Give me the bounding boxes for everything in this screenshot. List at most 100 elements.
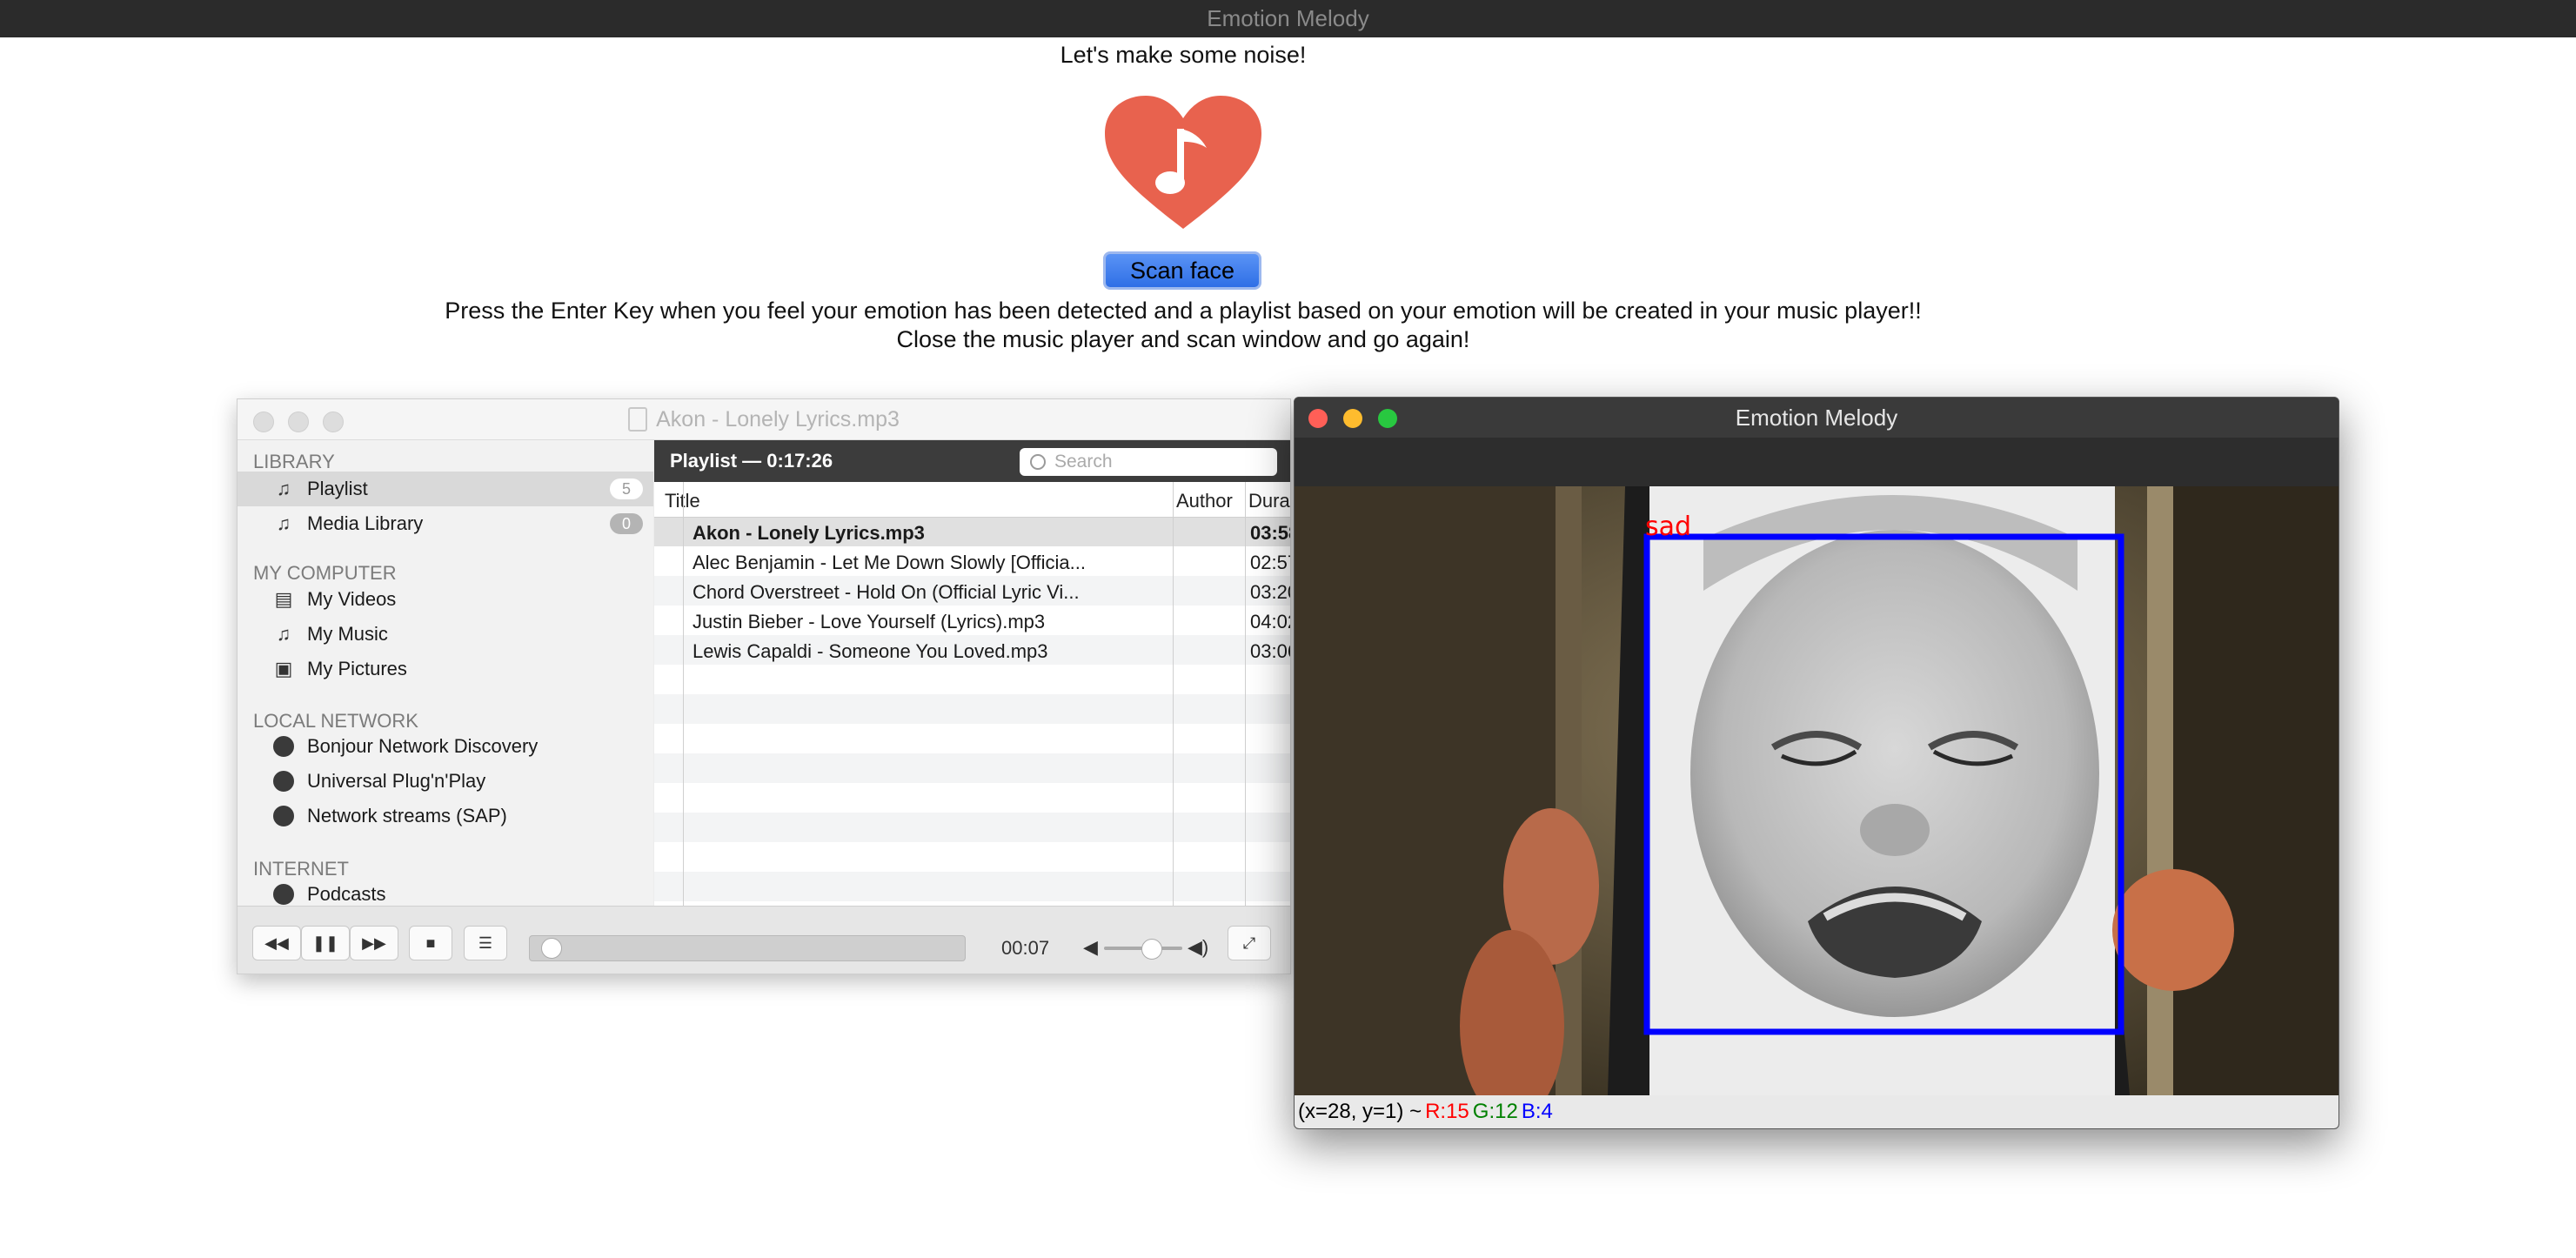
heart-music-icon	[1105, 96, 1261, 229]
sidebar-item-my-pictures[interactable]: ▣ My Pictures	[238, 652, 653, 686]
playlist-item[interactable]: Alec Benjamin - Let Me Down Slowly [Offi…	[654, 546, 1290, 576]
camera-toolbar	[1295, 438, 2338, 486]
stop-icon: ■	[425, 933, 436, 952]
pause-icon: ❚❚	[311, 933, 339, 952]
sidebar-item-label: Media Library	[307, 512, 424, 534]
fast-forward-icon: ▶▶	[362, 933, 386, 952]
sidebar-item-sap[interactable]: Network streams (SAP)	[238, 799, 653, 833]
zoom-icon[interactable]	[1378, 409, 1397, 428]
volume-knob[interactable]	[1141, 939, 1162, 960]
search-input[interactable]: Search	[1020, 448, 1277, 476]
list-icon: ☰	[478, 933, 493, 952]
table-row-empty	[654, 665, 1290, 694]
column-duration[interactable]: Durat...	[1248, 490, 1290, 512]
track-title: Chord Overstreet - Hold On (Official Lyr…	[693, 581, 1080, 603]
elapsed-time: 00:07	[1001, 937, 1050, 959]
sidebar-item-label: Network streams (SAP)	[307, 805, 507, 826]
sidebar-item-label: Universal Plug'n'Play	[307, 770, 486, 792]
seek-bar[interactable]	[529, 935, 966, 961]
volume-slider[interactable]	[1104, 939, 1182, 960]
vlc-title: Akon - Lonely Lyrics.mp3	[656, 406, 900, 432]
track-title: Justin Bieber - Love Yourself (Lyrics).m…	[693, 611, 1046, 632]
playback-controls: ◀◀ ❚❚ ▶▶ ■ ☰ 00:07 ◀ ◀) ⤢	[238, 906, 1290, 974]
table-row-empty	[654, 813, 1290, 842]
music-note-icon: ♫	[276, 623, 291, 645]
sidebar-item-label: Playlist	[307, 478, 368, 499]
app-titlebar: Emotion Melody	[0, 0, 2576, 37]
track-duration: 04:02	[1250, 611, 1290, 632]
camera-window: Emotion Melody sad (x=28, y=1) ~ R:15 G:…	[1294, 397, 2339, 1129]
search-icon	[1030, 454, 1046, 470]
rewind-button[interactable]: ◀◀	[252, 926, 301, 960]
window-controls-inactive[interactable]	[253, 412, 344, 432]
column-divider	[1173, 482, 1174, 906]
sidebar-item-playlist[interactable]: ♫ Playlist 5	[238, 472, 653, 506]
instruction-line-2: Close the music player and scan window a…	[896, 326, 1470, 352]
sidebar-item-label: My Videos	[307, 588, 397, 610]
column-author[interactable]: Author	[1176, 490, 1233, 512]
fullscreen-button[interactable]: ⤢	[1228, 926, 1271, 960]
sidebar-item-podcasts[interactable]: Podcasts	[238, 877, 653, 906]
fullscreen-icon: ⤢	[1242, 933, 1256, 952]
camera-title: Emotion Melody	[1735, 404, 1898, 431]
seek-knob[interactable]	[541, 938, 563, 959]
track-duration: 03:58	[1250, 522, 1290, 544]
network-icon	[272, 805, 295, 827]
table-row-empty	[654, 872, 1290, 901]
volume-mute-icon[interactable]: ◀	[1083, 936, 1098, 959]
green-value: G:12	[1472, 1100, 1518, 1123]
instruction-line-1: Press the Enter Key when you feel your e…	[445, 298, 1922, 324]
sidebar-item-my-videos[interactable]: ▤ My Videos	[238, 582, 653, 617]
track-title: Alec Benjamin - Let Me Down Slowly [Offi…	[693, 552, 1086, 573]
volume-max-icon[interactable]: ◀)	[1188, 936, 1208, 959]
film-icon: ▤	[274, 588, 293, 610]
red-value: R:15	[1425, 1100, 1469, 1123]
stop-button[interactable]: ■	[409, 926, 452, 960]
track-duration: 03:20	[1250, 581, 1290, 603]
table-header: Title Author Durat...	[654, 482, 1290, 518]
playlist-item[interactable]: Lewis Capaldi - Someone You Loved.mp3 03…	[654, 635, 1290, 665]
library-header: LIBRARY	[253, 451, 335, 472]
minimize-icon[interactable]	[1343, 409, 1362, 428]
camera-titlebar: Emotion Melody	[1295, 398, 2338, 438]
vlc-window: Akon - Lonely Lyrics.mp3 LIBRARY ♫ Playl…	[237, 398, 1291, 974]
search-placeholder: Search	[1054, 452, 1113, 472]
sidebar-item-media-library[interactable]: ♫ Media Library 0	[238, 506, 653, 541]
app-title: Emotion Melody	[1207, 5, 1369, 31]
network-icon	[272, 770, 295, 793]
pixel-status-bar: (x=28, y=1) ~ R:15 G:12 B:4	[1295, 1095, 2338, 1128]
count-badge: 0	[610, 513, 643, 534]
fast-forward-button[interactable]: ▶▶	[350, 926, 398, 960]
tagline: Let's make some noise!	[1060, 42, 1307, 68]
track-duration: 03:06	[1250, 640, 1290, 662]
close-icon[interactable]	[1308, 409, 1328, 428]
webcam-image: sad	[1295, 486, 2338, 1095]
playlist-icon: ♫	[276, 478, 291, 499]
playlist-item[interactable]: Justin Bieber - Love Yourself (Lyrics).m…	[654, 606, 1290, 635]
sidebar-item-my-music[interactable]: ♫ My Music	[238, 617, 653, 652]
pause-button[interactable]: ❚❚	[301, 926, 350, 960]
track-title: Lewis Capaldi - Someone You Loved.mp3	[693, 640, 1048, 662]
window-controls[interactable]	[1308, 409, 1397, 428]
playlist-toggle-button[interactable]: ☰	[464, 926, 507, 960]
playlist-header: Playlist — 0:17:26 Search	[654, 440, 1290, 482]
file-icon	[628, 407, 648, 432]
sidebar-item-label: My Music	[307, 623, 388, 645]
table-row-empty	[654, 724, 1290, 753]
blue-value: B:4	[1521, 1100, 1553, 1123]
playlist-table: Title Author Durat... Akon - Lonely Lyri…	[654, 482, 1290, 906]
column-divider	[683, 482, 684, 906]
table-row-empty	[654, 783, 1290, 813]
media-library-icon: ♫	[276, 512, 291, 534]
emotion-label: sad	[1645, 512, 1691, 542]
sidebar-item-upnp[interactable]: Universal Plug'n'Play	[238, 764, 653, 799]
track-title: Akon - Lonely Lyrics.mp3	[693, 522, 925, 544]
sidebar-item-bonjour[interactable]: Bonjour Network Discovery	[238, 729, 653, 764]
cursor-coords: (x=28, y=1) ~	[1298, 1100, 1422, 1123]
scan-face-button[interactable]: Scan face	[1103, 251, 1261, 290]
vlc-titlebar: Akon - Lonely Lyrics.mp3	[238, 399, 1290, 440]
playlist-item[interactable]: Akon - Lonely Lyrics.mp3 03:58	[654, 517, 1290, 546]
playlist-duration: Playlist — 0:17:26	[670, 450, 833, 472]
sidebar-item-label: My Pictures	[307, 658, 407, 679]
playlist-item[interactable]: Chord Overstreet - Hold On (Official Lyr…	[654, 576, 1290, 606]
